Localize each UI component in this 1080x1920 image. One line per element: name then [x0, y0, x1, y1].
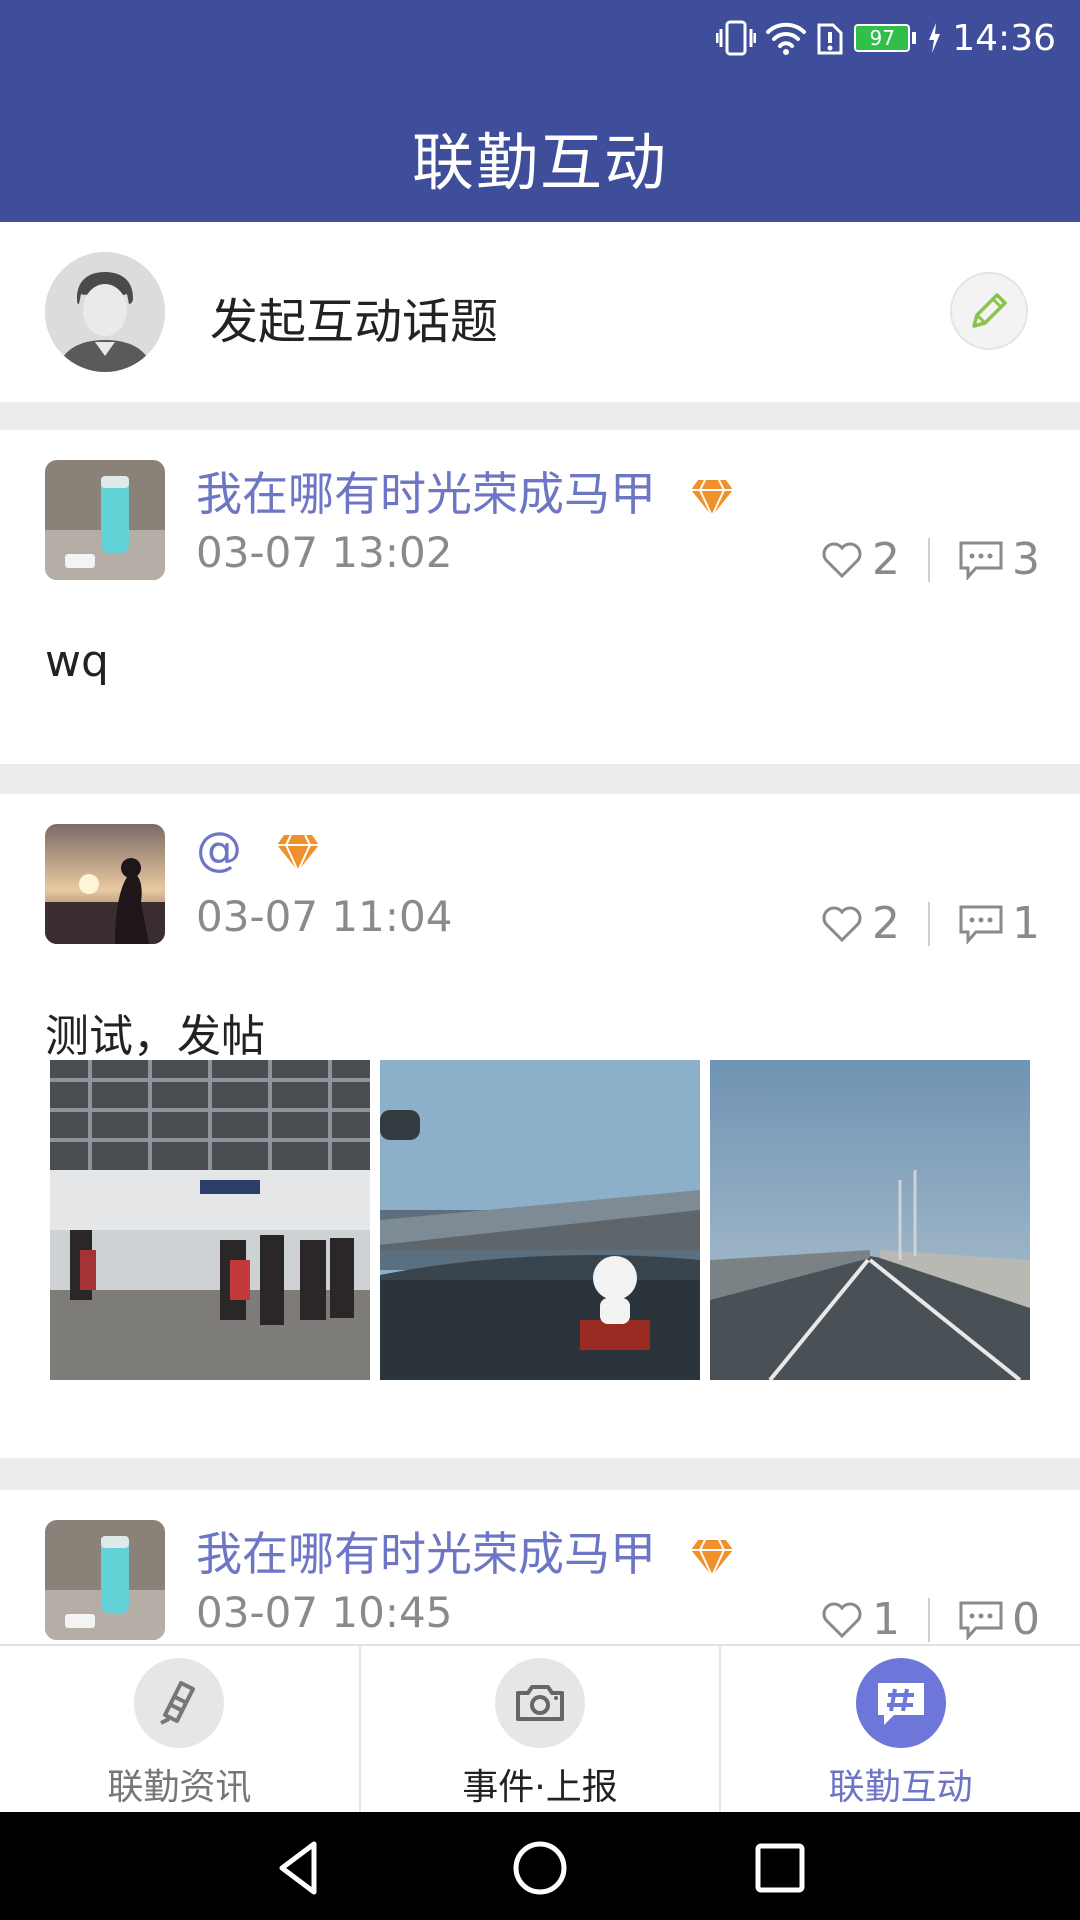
post-content: wq	[45, 636, 109, 687]
tab-interaction-label: 联勤互动	[828, 1767, 973, 1808]
like-count: 2	[872, 898, 900, 949]
comment-button[interactable]: 1	[958, 898, 1040, 949]
bottom-tab-bar: 联勤资讯 事件·上报 联勤互动	[0, 1644, 1080, 1812]
like-button[interactable]: 1	[820, 1594, 900, 1644]
comment-count: 3	[1012, 534, 1040, 585]
vibrate-icon	[716, 20, 757, 56]
back-icon[interactable]	[270, 1838, 330, 1898]
comment-icon	[959, 905, 1003, 944]
post-time: 03-07 10:45	[196, 1588, 453, 1637]
compose-topic-row[interactable]: 发起互动话题	[0, 222, 1080, 402]
diamond-badge-icon	[691, 479, 733, 518]
hashtag-chat-icon	[855, 1658, 946, 1748]
tab-interaction[interactable]: 联勤互动	[721, 1646, 1080, 1812]
post-content: 测试，发帖	[45, 1011, 265, 1062]
post-time: 03-07 11:04	[196, 892, 453, 941]
author-avatar[interactable]	[45, 824, 165, 944]
author-name-text[interactable]: 我在哪有时光荣成马甲	[196, 467, 656, 521]
pencil-icon	[972, 293, 1007, 328]
diamond-badge-icon	[277, 834, 319, 873]
heart-icon	[822, 1602, 862, 1638]
author-avatar[interactable]	[45, 460, 165, 580]
recents-icon[interactable]	[750, 1838, 810, 1898]
comment-button[interactable]: 0	[958, 1594, 1040, 1644]
station-photo[interactable]	[50, 1060, 370, 1380]
comment-button[interactable]: 3	[958, 534, 1040, 585]
author-name[interactable]: 我在哪有时光荣成马甲	[196, 458, 734, 524]
stats-divider	[928, 537, 930, 582]
camera-icon	[495, 1658, 585, 1748]
like-count: 1	[872, 1594, 900, 1644]
tab-report-label: 事件·上报	[462, 1767, 618, 1808]
tab-news[interactable]: 联勤资讯	[0, 1646, 361, 1812]
post-stats: 2 1	[820, 898, 1040, 949]
news-icon	[134, 1658, 225, 1748]
author-name[interactable]: 我在哪有时光荣成马甲	[196, 1518, 734, 1584]
stats-divider	[928, 1597, 930, 1642]
stats-divider	[928, 901, 930, 946]
battery-level: 97	[854, 24, 911, 52]
system-nav-bar	[0, 1812, 1080, 1920]
like-button[interactable]: 2	[820, 898, 900, 949]
post-time: 03-07 13:02	[196, 528, 453, 577]
clock: 14:36	[952, 17, 1056, 59]
author-name[interactable]: @	[196, 822, 320, 876]
photo-grid	[50, 1060, 1030, 1380]
compose-button[interactable]	[950, 272, 1028, 350]
comment-icon	[959, 1601, 1003, 1640]
post-stats: 1 0	[820, 1594, 1040, 1644]
car-dashboard-photo[interactable]	[380, 1060, 700, 1380]
tab-report[interactable]: 事件·上报	[361, 1646, 722, 1812]
charging-icon	[929, 23, 941, 53]
post-card[interactable]: @ 03-07 11:04 2 1 测试，发帖	[0, 794, 1080, 1458]
compose-label: 发起互动话题	[210, 294, 499, 350]
post-card[interactable]: 我在哪有时光荣成马甲 03-07 13:02 2 3 wq	[0, 430, 1080, 764]
wifi-icon	[766, 22, 807, 55]
comment-count: 1	[1012, 898, 1040, 949]
like-button[interactable]: 2	[820, 534, 900, 585]
battery-icon: 97	[854, 24, 917, 52]
user-avatar	[45, 252, 165, 372]
status-bar: 97 14:36	[716, 14, 1056, 62]
post-card[interactable]: 我在哪有时光荣成马甲 03-07 10:45 1 0	[0, 1490, 1080, 1644]
comment-icon	[959, 541, 1003, 580]
like-count: 2	[872, 534, 900, 585]
highway-photo[interactable]	[710, 1060, 1030, 1380]
page-title: 联勤互动	[411, 126, 668, 199]
comment-count: 0	[1012, 1594, 1040, 1644]
heart-icon	[822, 542, 862, 578]
app-header: 97 14:36 联勤互动	[0, 0, 1080, 222]
author-avatar[interactable]	[45, 1520, 165, 1640]
sim-alert-icon	[817, 23, 843, 55]
author-name-text[interactable]: 我在哪有时光荣成马甲	[196, 1527, 656, 1581]
author-name-text[interactable]: @	[196, 822, 242, 876]
heart-icon	[822, 906, 862, 942]
post-stats: 2 3	[820, 534, 1040, 585]
tab-news-label: 联勤资讯	[107, 1767, 252, 1808]
diamond-badge-icon	[691, 1539, 733, 1578]
home-icon[interactable]	[510, 1838, 570, 1898]
